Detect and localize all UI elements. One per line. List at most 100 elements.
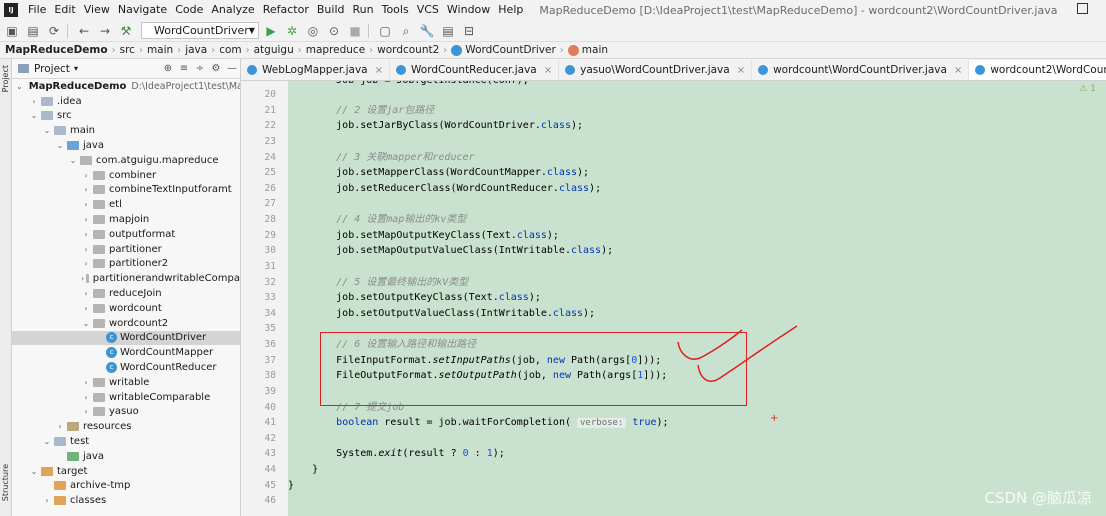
chevron-right-icon[interactable]: › [81, 304, 91, 313]
chevron-right-icon[interactable]: › [81, 230, 91, 239]
tree-item[interactable]: › combiner [12, 168, 240, 183]
tree-item[interactable]: ⌄ MapReduceDemo D:\IdeaProject1\test\Map [12, 79, 240, 94]
tree-item[interactable]: ⌄ target [12, 464, 240, 479]
tree-item[interactable]: java [12, 449, 240, 464]
tree-item[interactable]: › etl [12, 197, 240, 212]
menu-build[interactable]: Build [313, 0, 349, 20]
chevron-down-icon[interactable]: ⌄ [55, 141, 65, 150]
menu-code[interactable]: Code [171, 0, 207, 20]
tree-item[interactable]: › partitioner2 [12, 257, 240, 272]
tree-item[interactable]: › reduceJoin [12, 286, 240, 301]
tree-item[interactable]: › partitioner [12, 242, 240, 257]
breadcrumb-item[interactable]: mapreduce [306, 44, 365, 56]
chevron-right-icon[interactable]: › [42, 496, 52, 505]
chevron-right-icon[interactable]: › [81, 185, 91, 194]
tree-item[interactable]: › wordcount [12, 301, 240, 316]
project-view-select[interactable]: Project [34, 63, 70, 75]
close-icon[interactable]: × [737, 65, 745, 76]
tree-item[interactable]: ⌄ com.atguigu.mapreduce [12, 153, 240, 168]
editor-tab[interactable]: yasuo\WordCountDriver.java × [559, 59, 753, 80]
expand-all-icon[interactable]: ÷ [192, 63, 208, 74]
run-configuration-select[interactable]: WordCountDriver ▼ [141, 22, 259, 39]
chevron-down-icon[interactable]: ▾ [74, 64, 78, 73]
chevron-down-icon[interactable]: ⌄ [29, 111, 39, 120]
menu-view[interactable]: View [80, 0, 114, 20]
close-icon[interactable]: × [375, 65, 383, 76]
menu-window[interactable]: Window [443, 0, 494, 20]
back-icon[interactable]: ← [75, 22, 93, 40]
inspection-badge[interactable]: ⚠ 1 [1079, 84, 1096, 94]
tree-item[interactable]: › mapjoin [12, 212, 240, 227]
tree-item[interactable]: › writableComparable [12, 390, 240, 405]
chevron-right-icon[interactable]: › [81, 245, 91, 254]
chevron-right-icon[interactable]: › [81, 171, 91, 180]
close-icon[interactable]: × [544, 65, 552, 76]
chevron-down-icon[interactable]: ⌄ [42, 437, 52, 446]
chevron-right-icon[interactable]: › [81, 215, 91, 224]
chevron-right-icon[interactable]: › [81, 289, 91, 298]
chevron-down-icon[interactable]: ⌄ [81, 319, 91, 328]
sync-icon[interactable]: ⟳ [45, 22, 63, 40]
breadcrumb-item[interactable]: src [120, 44, 135, 56]
chevron-right-icon[interactable]: › [29, 97, 39, 106]
chevron-right-icon[interactable]: › [81, 200, 91, 209]
editor-tab[interactable]: wordcount2\WordCountDriver.java× [969, 60, 1106, 80]
tree-item[interactable]: › classes [12, 493, 240, 508]
menu-vcs[interactable]: VCS [413, 0, 443, 20]
menu-tools[interactable]: Tools [378, 0, 413, 20]
collapse-all-icon[interactable]: ≡ [176, 63, 192, 74]
tree-item[interactable]: c WordCountReducer [12, 360, 240, 375]
debug-icon[interactable]: ✲ [283, 22, 301, 40]
chevron-down-icon[interactable]: ⌄ [16, 82, 23, 91]
build-hammer-icon[interactable]: ⚒ [117, 22, 135, 40]
structure-tool-tab[interactable]: Structure [1, 464, 10, 501]
chevron-right-icon[interactable]: › [81, 259, 91, 268]
tree-item[interactable]: › combineTextInputforamt [12, 183, 240, 198]
tree-item[interactable]: › outputformat [12, 227, 240, 242]
locate-icon[interactable]: ⊕ [160, 63, 176, 74]
close-icon[interactable]: × [954, 65, 962, 76]
stop-icon[interactable]: ■ [346, 22, 364, 40]
menu-refactor[interactable]: Refactor [259, 0, 313, 20]
open-folder-icon[interactable]: ▣ [3, 22, 21, 40]
settings-wrench-icon[interactable]: 🔧 [418, 22, 436, 40]
tree-item[interactable]: › writable [12, 375, 240, 390]
forward-icon[interactable]: → [96, 22, 114, 40]
tree-item[interactable]: ⌄ src [12, 109, 240, 124]
breadcrumb-item[interactable]: main [582, 44, 608, 56]
coverage-icon[interactable]: ◎ [304, 22, 322, 40]
chevron-down-icon[interactable]: ⌄ [68, 156, 78, 165]
breadcrumb-item[interactable]: MapReduceDemo [5, 44, 108, 56]
gear-icon[interactable]: ⚙ [208, 63, 224, 74]
breadcrumb-item[interactable]: com [219, 44, 241, 56]
breadcrumb-item[interactable]: atguigu [254, 44, 294, 56]
chevron-down-icon[interactable]: ⌄ [42, 126, 52, 135]
chevron-down-icon[interactable]: ⌄ [29, 467, 39, 476]
profile-icon[interactable]: ⊙ [325, 22, 343, 40]
menu-help[interactable]: Help [494, 0, 527, 20]
chevron-right-icon[interactable]: › [81, 407, 91, 416]
code-editor[interactable]: ⚠ 1 Job job = Job.getInstance(conf); // … [288, 81, 1106, 516]
terminal-icon[interactable]: ⊟ [460, 22, 478, 40]
breadcrumb-item[interactable]: main [147, 44, 173, 56]
minimize-icon[interactable]: — [224, 63, 240, 74]
breadcrumb-item[interactable]: wordcount2 [377, 44, 439, 56]
project-tool-tab[interactable]: Project [1, 65, 10, 92]
tree-item[interactable]: c WordCountMapper [12, 345, 240, 360]
breadcrumb-item[interactable]: java [185, 44, 207, 56]
chevron-right-icon[interactable]: › [81, 393, 91, 402]
editor-tab[interactable]: WebLogMapper.java × [241, 59, 391, 80]
chevron-right-icon[interactable]: › [81, 378, 91, 387]
editor-tab[interactable]: wordcount\WordCountDriver.java × [752, 59, 970, 80]
menu-file[interactable]: File [24, 0, 50, 20]
tree-item[interactable]: › .idea [12, 94, 240, 109]
breadcrumb-item[interactable]: WordCountDriver [465, 44, 555, 56]
tree-item[interactable]: archive-tmp [12, 479, 240, 494]
menu-edit[interactable]: Edit [50, 0, 79, 20]
tree-item[interactable]: c WordCountDriver [12, 330, 240, 346]
tree-item[interactable]: › resources [12, 419, 240, 434]
tree-item[interactable]: ⌄ wordcount2 [12, 316, 240, 331]
menu-run[interactable]: Run [349, 0, 378, 20]
tree-item[interactable]: ⌄ java [12, 138, 240, 153]
tree-item[interactable]: ⌄ test [12, 434, 240, 449]
